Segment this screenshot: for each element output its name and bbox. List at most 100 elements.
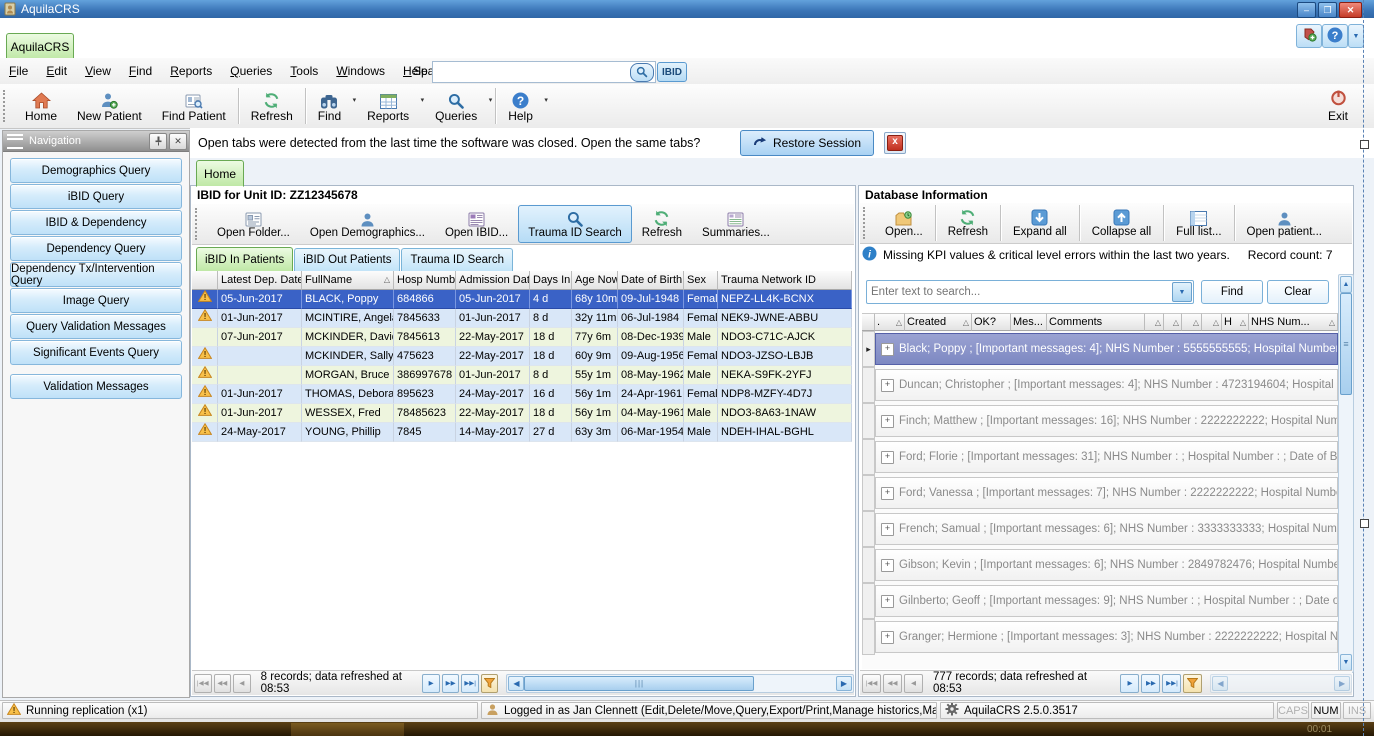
ibid-toolbar-open-folder[interactable]: Open Folder...	[207, 205, 300, 243]
column-header-admission-date[interactable]: Admission Date	[456, 271, 530, 290]
ibid-toolbar-open-demographics[interactable]: Open Demographics...	[300, 205, 435, 243]
quick-menu-dropdown[interactable]: ▼	[1348, 24, 1364, 48]
db-patient-row[interactable]: +Finch; Matthew ; [Important messages: 1…	[862, 403, 1338, 439]
db-row-card[interactable]: +Granger; Hermione ; [Important messages…	[875, 621, 1338, 653]
expand-plus-icon[interactable]: +	[881, 559, 894, 572]
ibid-toolbar-summaries[interactable]: Summaries...	[692, 205, 780, 243]
exit-button[interactable]: Exit	[1314, 86, 1362, 126]
filter-funnel-icon[interactable]	[1183, 674, 1202, 693]
scroll-thumb[interactable]: ≡	[1340, 293, 1352, 395]
db-row-card[interactable]: +Finch; Matthew ; [Important messages: 1…	[875, 405, 1338, 437]
next-group-button[interactable]: ▶▶	[1141, 674, 1160, 693]
sidebar-item-ibid-query[interactable]: iBID Query	[10, 184, 182, 209]
column-header-hosp-number[interactable]: Hosp Number	[394, 271, 456, 290]
menu-view[interactable]: View	[76, 60, 120, 82]
toolbar-new-patient[interactable]: New Patient	[67, 86, 152, 126]
first-page-button[interactable]: |◀◀	[862, 674, 881, 693]
table-row[interactable]: !05-Jun-2017BLACK, Poppy68486605-Jun-201…	[192, 290, 852, 309]
home-tab[interactable]: Home	[196, 160, 244, 187]
toolbar-queries[interactable]: Queries▾	[425, 86, 493, 126]
scroll-right-icon[interactable]: ▶	[1334, 676, 1350, 691]
table-row[interactable]: !MORGAN, Bruce38699767801-Jun-20178 d55y…	[192, 366, 852, 385]
last-page-button[interactable]: ▶▶|	[461, 674, 479, 693]
nav-close-button[interactable]: ✕	[169, 133, 187, 150]
scroll-up-icon[interactable]: ▲	[1340, 276, 1352, 293]
dropdown-caret-icon[interactable]: ▾	[353, 96, 357, 104]
tab-ibid-out-patients[interactable]: iBID Out Patients	[294, 248, 400, 271]
ibid-toolbar-refresh[interactable]: Refresh	[632, 205, 692, 243]
restore-session-button[interactable]: Restore Session	[740, 130, 874, 156]
grid-column-unnamed[interactable]: △	[1182, 313, 1202, 331]
menu-windows[interactable]: Windows	[327, 60, 394, 82]
db-search-input[interactable]	[867, 285, 1172, 299]
sidebar-item-demographics-query[interactable]: Demographics Query	[10, 158, 182, 183]
menu-tools[interactable]: Tools	[281, 60, 327, 82]
search-input[interactable]	[433, 63, 630, 81]
sidebar-item-dependency-tx-intervention-query[interactable]: Dependency Tx/Intervention Query	[10, 262, 182, 287]
prev-group-button[interactable]: ◀◀	[214, 674, 232, 693]
toolbar-find-patient[interactable]: Find Patient	[152, 86, 236, 126]
db-toolbar-refresh[interactable]: Refresh	[938, 204, 998, 242]
db-toolbar-expand-all[interactable]: Expand all	[1003, 204, 1077, 242]
table-row[interactable]: !MCKINDER, Sally47562322-May-201718 d60y…	[192, 347, 852, 366]
db-vertical-scrollbar[interactable]: ▲ ≡ ▼	[1338, 274, 1354, 673]
expand-plus-icon[interactable]: +	[881, 379, 894, 392]
db-patient-row[interactable]: +Duncan; Christopher ; [Important messag…	[862, 367, 1338, 403]
column-header-age-now[interactable]: Age Now	[572, 271, 618, 290]
toolbar-find[interactable]: Find▾	[308, 86, 357, 126]
db-patient-row[interactable]: +Granger; Hermione ; [Important messages…	[862, 619, 1338, 655]
grid-column-h[interactable]: H△	[1222, 313, 1249, 331]
db-toolbar-open[interactable]: Open...	[875, 204, 933, 242]
sidebar-item-significant-events-query[interactable]: Significant Events Query	[10, 340, 182, 365]
scroll-left-icon[interactable]: ◀	[508, 676, 524, 691]
menu-find[interactable]: Find	[120, 60, 161, 82]
db-patient-row[interactable]: ▸+Black; Poppy ; [Important messages: 4]…	[862, 331, 1338, 367]
taskbar-button[interactable]	[291, 723, 404, 736]
column-header-sex[interactable]: Sex	[684, 271, 718, 290]
grid-column-created[interactable]: Created△	[905, 313, 972, 331]
toolbar-reports[interactable]: Reports▾	[357, 86, 425, 126]
expand-plus-icon[interactable]: +	[881, 451, 894, 464]
first-page-button[interactable]: |◀◀	[194, 674, 212, 693]
prev-group-button[interactable]: ◀◀	[883, 674, 902, 693]
scroll-right-icon[interactable]: ▶	[836, 676, 852, 691]
menu-file[interactable]: File	[0, 60, 37, 82]
tab-trauma-id-search[interactable]: Trauma ID Search	[401, 248, 513, 271]
search-go-button[interactable]	[630, 63, 654, 82]
db-row-card[interactable]: +Gilnberto; Geoff ; [Important messages:…	[875, 585, 1338, 617]
grid-column-mes[interactable]: Mes...	[1011, 313, 1047, 331]
filter-funnel-icon[interactable]	[481, 674, 499, 693]
db-row-card[interactable]: +Gibson; Kevin ; [Important messages: 6]…	[875, 549, 1338, 581]
table-row[interactable]: !01-Jun-2017MCINTIRE, Angela784563301-Ju…	[192, 309, 852, 328]
db-patient-row[interactable]: +Ford; Vanessa ; [Important messages: 7]…	[862, 475, 1338, 511]
menu-reports[interactable]: Reports	[161, 60, 221, 82]
db-toolbar-collapse-all[interactable]: Collapse all	[1082, 204, 1161, 242]
expand-plus-icon[interactable]: +	[881, 523, 894, 536]
db-patient-row[interactable]: +Gilnberto; Geoff ; [Important messages:…	[862, 583, 1338, 619]
dropdown-caret-icon[interactable]: ▾	[544, 96, 548, 104]
horizontal-scrollbar[interactable]: ◀▶	[1210, 674, 1352, 693]
sidebar-item-ibid-dependency[interactable]: IBID & Dependency	[10, 210, 182, 235]
db-patient-row[interactable]: +French; Samual ; [Important messages: 6…	[862, 511, 1338, 547]
sidebar-item-validation-messages[interactable]: Validation Messages	[10, 374, 182, 399]
ibid-toolbar-open-ibid[interactable]: Open IBID...	[435, 205, 518, 243]
expand-plus-icon[interactable]: +	[881, 415, 894, 428]
table-row[interactable]: 07-Jun-2017MCKINDER, David784561322-May-…	[192, 328, 852, 347]
db-row-card[interactable]: +Duncan; Christopher ; [Important messag…	[875, 369, 1338, 401]
toolbar-home[interactable]: Home	[15, 86, 67, 126]
menu-edit[interactable]: Edit	[37, 60, 76, 82]
db-patient-row[interactable]: +Ford; Florie ; [Important messages: 31]…	[862, 439, 1338, 475]
grid-column-ok[interactable]: OK?	[972, 313, 1011, 331]
table-row[interactable]: !24-May-2017YOUNG, Phillip784514-May-201…	[192, 423, 852, 442]
column-header-latest-dep-date[interactable]: Latest Dep. Date	[218, 271, 302, 290]
grid-column-comments[interactable]: Comments	[1047, 313, 1145, 331]
sidebar-item-query-validation-messages[interactable]: Query Validation Messages	[10, 314, 182, 339]
tab-ibid-in-patients[interactable]: iBID In Patients	[196, 247, 293, 271]
next-group-button[interactable]: ▶▶	[442, 674, 460, 693]
search-dropdown-icon[interactable]: ▼	[1172, 282, 1192, 302]
prev-row-button[interactable]: ◀	[904, 674, 923, 693]
app-tab[interactable]: AquilaCRS	[6, 33, 74, 59]
menu-hamburger-icon[interactable]	[7, 134, 23, 149]
ibid-toolbar-trauma-id-search[interactable]: Trauma ID Search	[518, 205, 632, 243]
expand-plus-icon[interactable]: +	[881, 343, 894, 356]
